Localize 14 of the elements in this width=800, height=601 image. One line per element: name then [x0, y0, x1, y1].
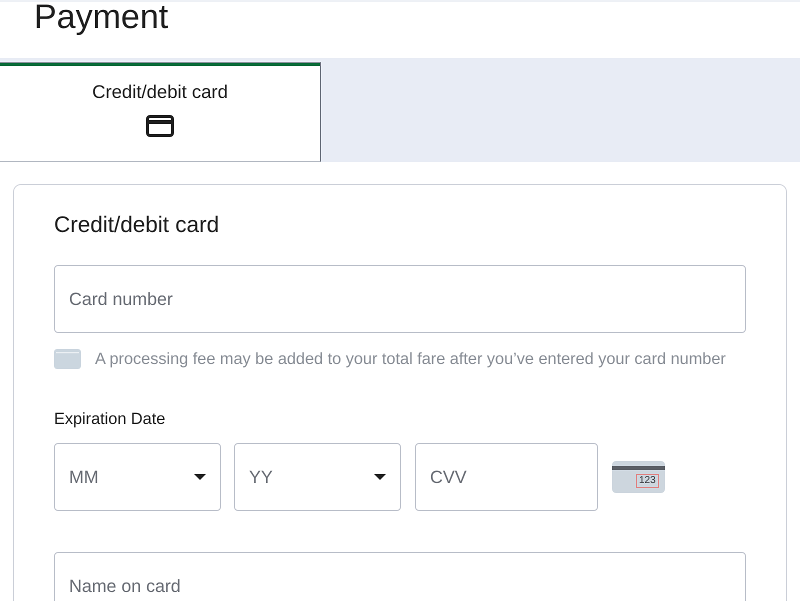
month-dropdown[interactable]: MM — [54, 443, 221, 511]
card-number-field[interactable]: Card number — [54, 265, 746, 333]
caret-icon — [194, 474, 206, 480]
payment-method-tab[interactable]: Credit/debit card — [0, 62, 321, 162]
year-dropdown[interactable]: YY — [234, 443, 401, 511]
cvv-example-text: 123 — [636, 474, 659, 488]
credit-card-icon — [146, 115, 174, 137]
caret-icon — [374, 474, 386, 480]
cvv-field[interactable]: CVV — [415, 443, 598, 511]
expiration-date-label: Expiration Date — [54, 410, 166, 428]
processing-fee-note: A processing fee may be added to your total fare after you’ve entered your card number — [95, 350, 726, 368]
card-icon — [54, 349, 81, 369]
form-heading: Credit/debit card — [54, 213, 220, 237]
name-on-card-field[interactable]: Name on card — [54, 552, 746, 601]
